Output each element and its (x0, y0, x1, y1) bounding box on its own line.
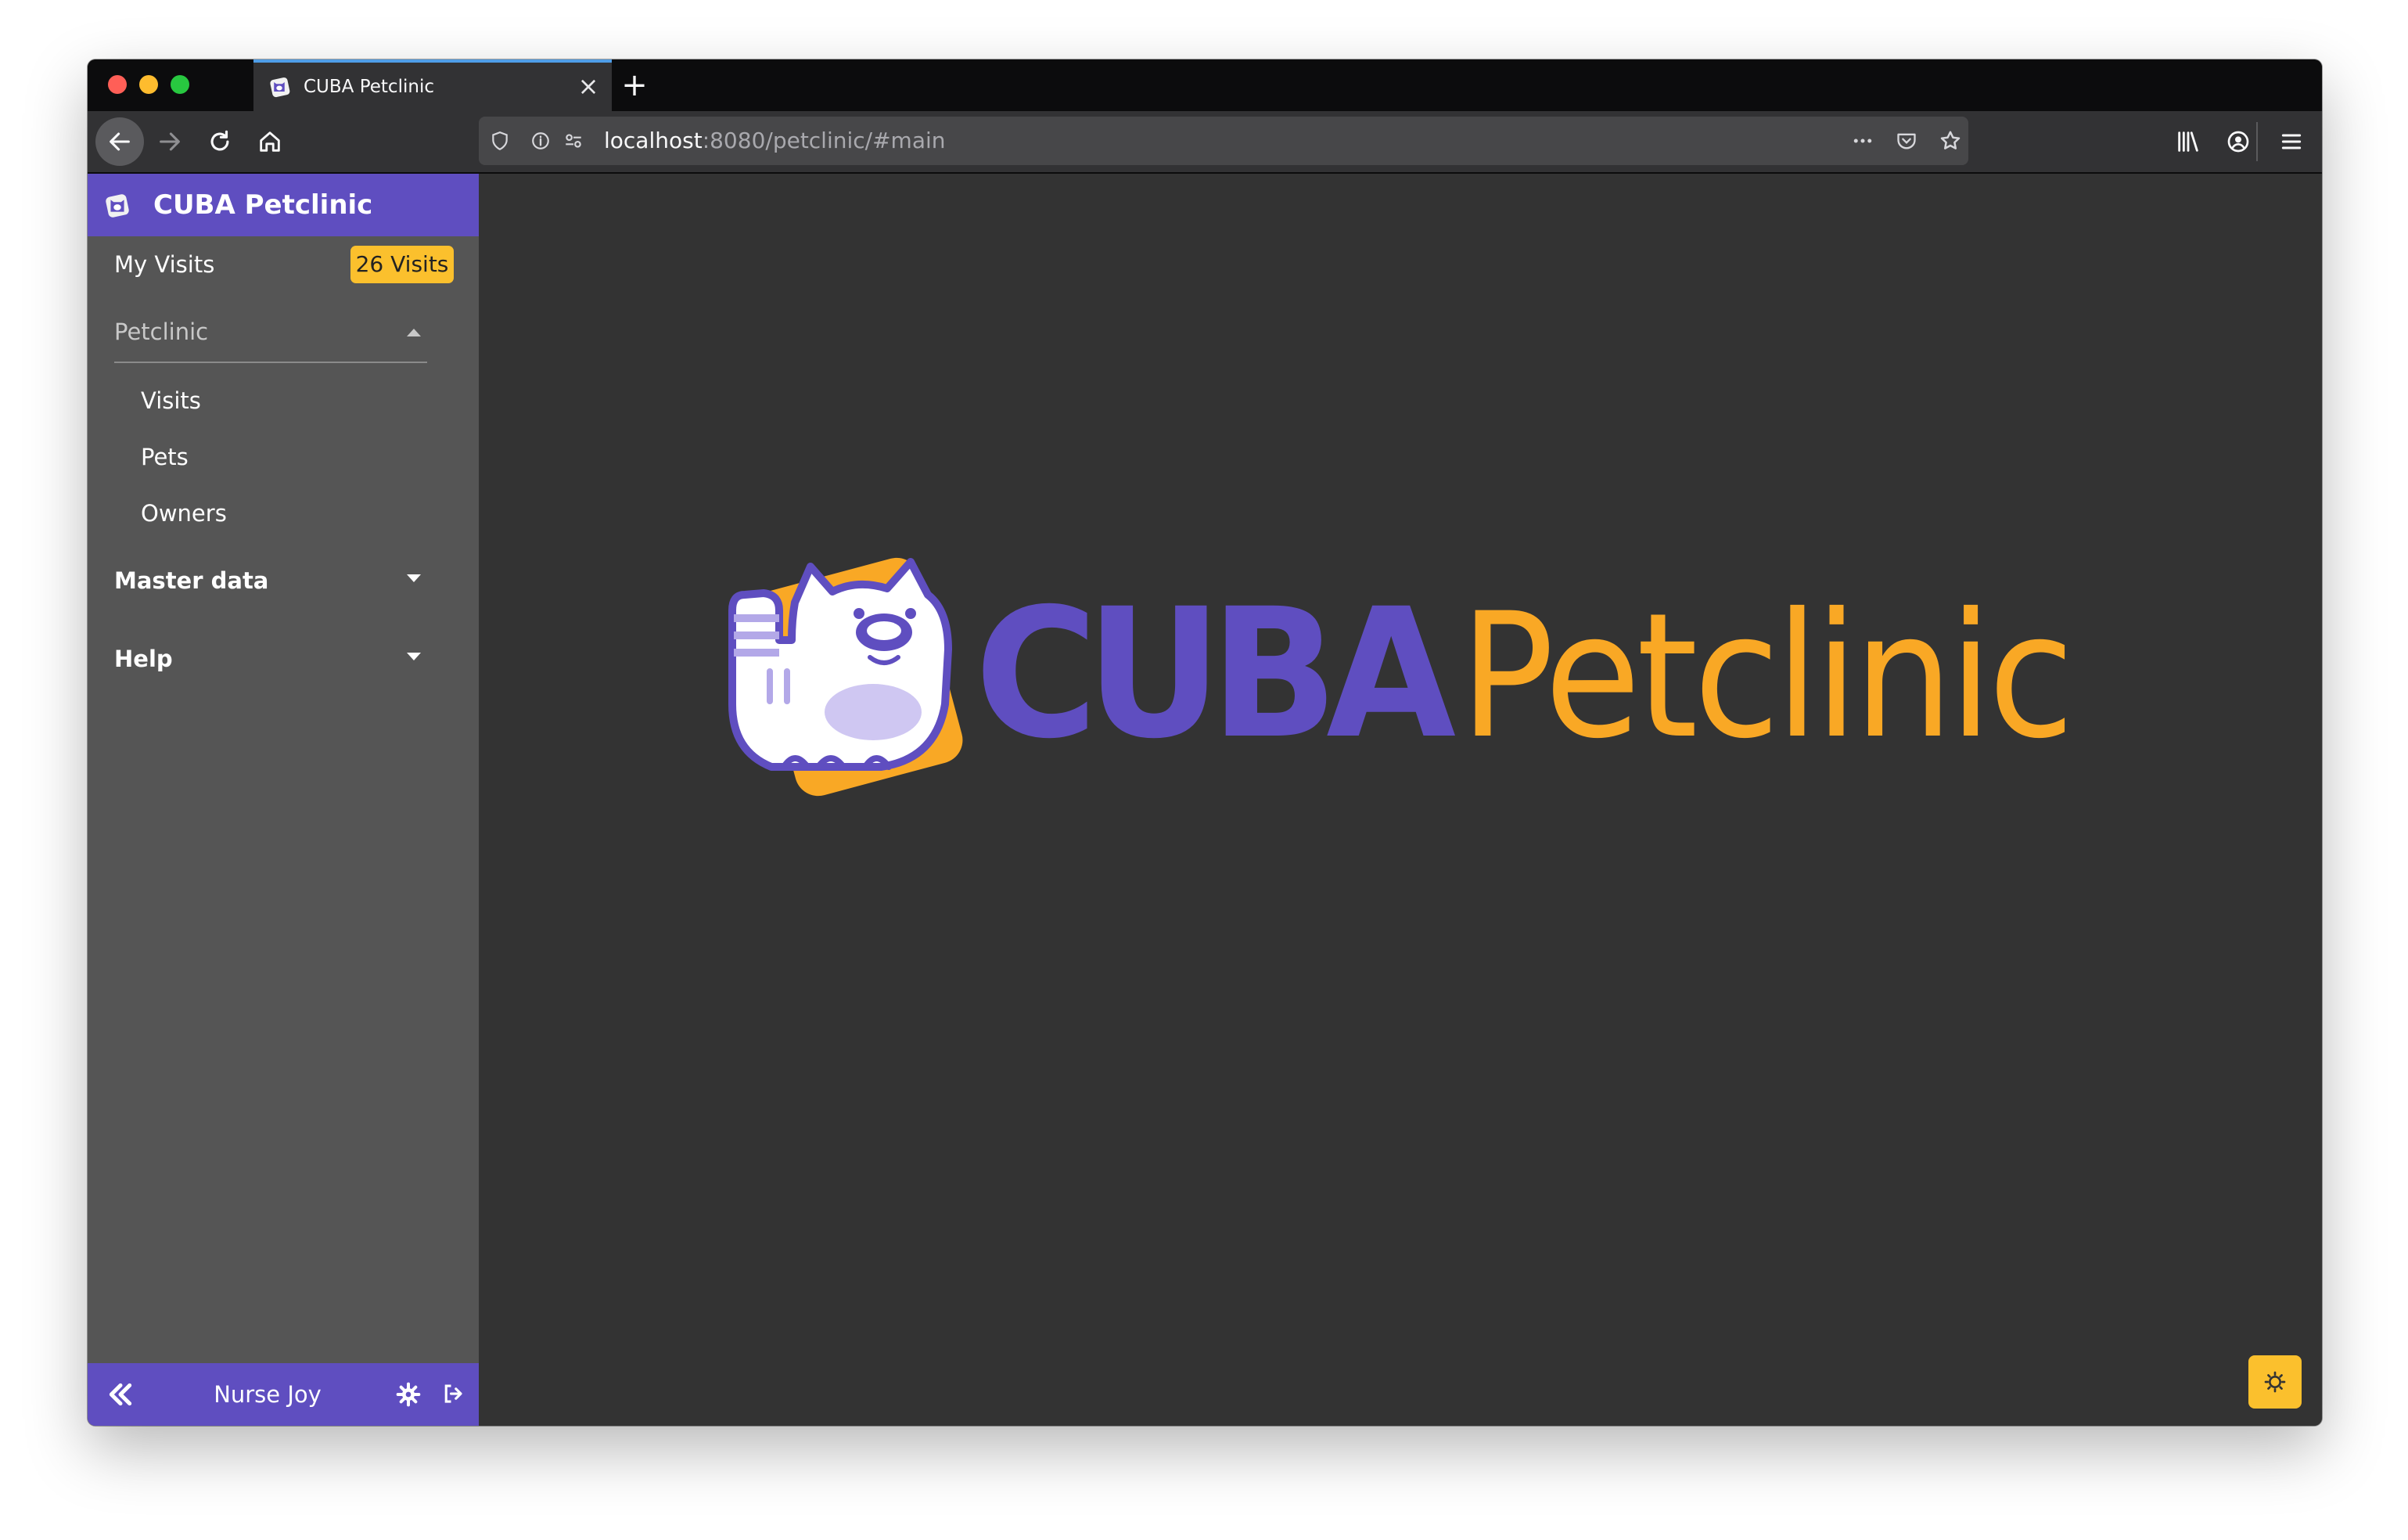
app-title: CUBA Petclinic (153, 189, 373, 221)
tab-close-icon[interactable]: × (573, 70, 604, 102)
toolbar-separator (2256, 122, 2258, 161)
new-tab-plus-icon[interactable]: + (615, 66, 654, 105)
reload-icon[interactable] (196, 117, 244, 166)
hamburger-menu-icon[interactable] (2267, 117, 2316, 166)
main-content: CUBA Petclinic (479, 174, 2322, 1426)
menu-item-visits[interactable]: Visits (141, 385, 201, 416)
theme-toggle-button[interactable] (2248, 1355, 2302, 1409)
settings-gear-icon[interactable] (396, 1382, 421, 1407)
home-icon[interactable] (246, 117, 294, 166)
url-path: :8080/petclinic/#main (702, 128, 946, 153)
browser-titlebar: CUBA Petclinic × + (88, 59, 2322, 111)
tab-title: CUBA Petclinic (304, 77, 434, 97)
menu-item-pets[interactable]: Pets (141, 441, 189, 473)
logout-icon[interactable] (441, 1382, 466, 1407)
menu-group-master-data[interactable]: Master data (114, 565, 268, 596)
visits-count-badge: 26 Visits (350, 246, 454, 283)
app-brand-bar: CUBA Petclinic (88, 174, 479, 236)
address-bar[interactable]: localhost:8080/petclinic/#main (479, 117, 1968, 165)
menu-group-divider (114, 362, 427, 363)
close-window-button[interactable] (108, 75, 127, 94)
logo-word-petclinic: Petclinic (1460, 576, 2070, 776)
browser-tab[interactable]: CUBA Petclinic × (253, 59, 612, 111)
zoom-window-button[interactable] (171, 75, 189, 94)
pocket-icon[interactable] (1893, 128, 1920, 154)
cuba-petclinic-logo: CUBA Petclinic (728, 557, 2075, 797)
browser-window: CUBA Petclinic × + localhost:8080/petcli… (88, 59, 2322, 1426)
menu-item-owners[interactable]: Owners (141, 498, 227, 529)
browser-navbar: localhost:8080/petclinic/#main (88, 111, 2322, 174)
chevron-down-icon[interactable] (407, 574, 421, 582)
forward-icon[interactable] (146, 117, 194, 166)
url-host: localhost (604, 128, 703, 153)
chevron-down-icon[interactable] (407, 653, 421, 660)
back-icon[interactable] (95, 117, 144, 166)
sun-icon (2264, 1371, 2286, 1393)
menu-item-my-visits[interactable]: My Visits (114, 249, 214, 280)
menu-group-help[interactable]: Help (114, 643, 173, 675)
minimize-window-button[interactable] (139, 75, 158, 94)
permissions-icon[interactable] (560, 128, 587, 154)
shield-icon[interactable] (487, 128, 513, 154)
user-name[interactable]: Nurse Joy (88, 1379, 447, 1410)
chevron-up-icon[interactable] (407, 329, 421, 336)
logo-word-cuba: CUBA (975, 570, 1456, 778)
cat-logo-icon (106, 194, 129, 218)
url-text[interactable]: localhost:8080/petclinic/#main (604, 128, 946, 154)
info-icon[interactable] (527, 128, 554, 154)
cat-favicon-icon (270, 77, 290, 98)
more-icon[interactable] (1849, 128, 1876, 154)
user-bar: Nurse Joy (88, 1363, 479, 1426)
menu-group-petclinic[interactable]: Petclinic (114, 316, 208, 347)
side-menu: CUBA Petclinic My Visits 26 Visits Petcl… (88, 174, 479, 1426)
bookmark-star-icon[interactable] (1937, 128, 1964, 154)
library-icon[interactable] (2164, 117, 2212, 166)
account-icon[interactable] (2214, 117, 2262, 166)
